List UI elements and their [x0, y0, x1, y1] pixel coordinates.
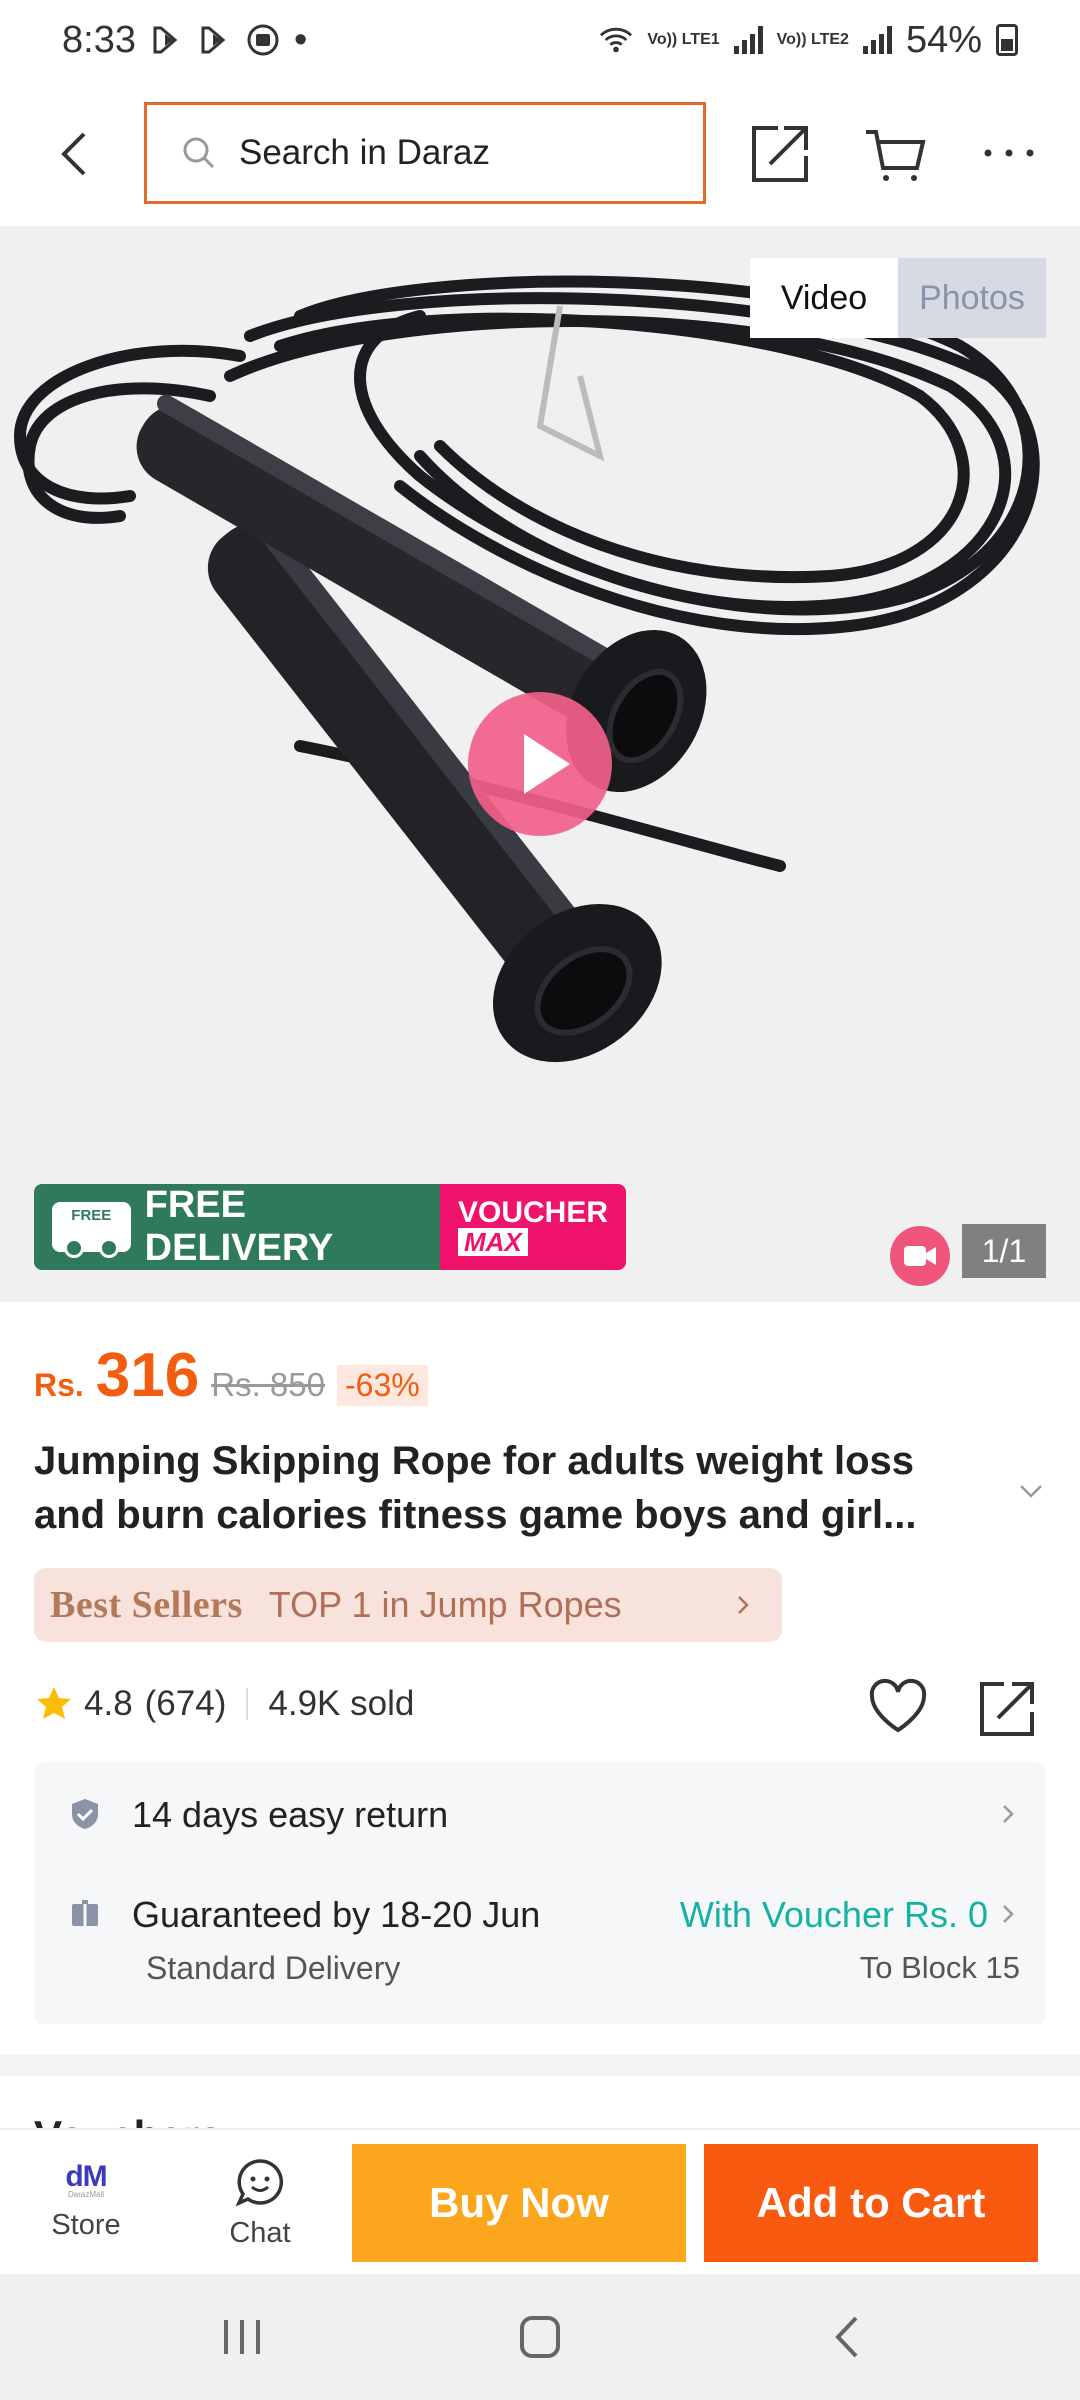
tab-photos[interactable]: Photos	[898, 258, 1046, 338]
chevron-right-icon	[1003, 1905, 1014, 1923]
chat-icon	[235, 2158, 284, 2206]
share-icon[interactable]	[976, 1676, 1040, 1740]
chevron-left-icon	[61, 132, 86, 176]
media-app-icon	[150, 23, 184, 57]
shield-check-icon	[72, 1799, 98, 1829]
more-icon	[984, 149, 1034, 157]
price-currency: Rs.	[34, 1367, 84, 1403]
delivery-row[interactable]: Guaranteed by 18-20 Jun With Voucher Rs.…	[34, 1866, 1046, 2024]
battery-percent: 54%	[905, 18, 982, 61]
free-tag: FREE	[71, 1207, 112, 1224]
play-video-button[interactable]	[468, 692, 612, 836]
divider	[246, 1688, 249, 1720]
home-icon[interactable]	[510, 2312, 570, 2362]
app-header: Search in Daraz	[0, 80, 1080, 226]
network-tag-2: Vo)) LTE2	[776, 31, 849, 48]
search-icon	[183, 137, 215, 169]
best-seller-badge: Best Sellers	[50, 1584, 243, 1626]
back-button[interactable]	[50, 124, 100, 184]
best-seller-banner[interactable]: Best Sellers TOP 1 in Jump Ropes	[34, 1568, 782, 1642]
media-toggle: Video Photos	[750, 258, 1046, 338]
status-left: 8:33 •	[62, 19, 307, 62]
store-logo-sub: DarazMall	[67, 2190, 104, 2199]
cart-icon	[866, 130, 926, 181]
store-logo: dM	[65, 2160, 107, 2193]
signal-icon	[862, 26, 892, 54]
original-price: Rs. 850	[211, 1366, 325, 1403]
delivery-type: Standard Delivery	[146, 1950, 401, 1986]
search-input[interactable]: Search in Daraz	[144, 102, 706, 204]
return-policy-row[interactable]: 14 days easy return	[34, 1762, 1046, 1866]
tab-video[interactable]: Video	[750, 258, 898, 338]
product-gallery[interactable]: Video Photos FREE FREE DELIVERY VOUCHER …	[0, 226, 1080, 1302]
media-app-icon	[198, 23, 232, 57]
chevron-down-icon[interactable]	[1016, 1476, 1046, 1506]
review-count: (674)	[144, 1684, 227, 1723]
service-box: 14 days easy return Guaranteed by 18-20 …	[34, 1762, 1046, 2024]
chat-button[interactable]: Chat	[200, 2130, 320, 2276]
delivery-guarantee: Guaranteed by 18-20 Jun	[132, 1894, 541, 1935]
chat-label: Chat	[229, 2216, 291, 2249]
return-policy-text: 14 days easy return	[132, 1794, 449, 1835]
back-nav-icon[interactable]	[818, 2312, 878, 2362]
best-seller-rank: TOP 1 in Jump Ropes	[268, 1584, 622, 1625]
delivery-truck-icon: FREE	[52, 1202, 131, 1258]
search-placeholder: Search in Daraz	[239, 133, 490, 172]
voucher-label: VOUCHER	[458, 1196, 609, 1229]
promo-banner: FREE FREE DELIVERY VOUCHER MAX	[34, 1184, 626, 1270]
store-label: Store	[51, 2209, 121, 2241]
star-icon	[37, 1687, 71, 1719]
package-icon	[72, 1900, 98, 1926]
product-title[interactable]: Jumping Skipping Rope for adults weight …	[34, 1434, 994, 1542]
current-price: 316	[95, 1341, 200, 1410]
status-time: 8:33	[62, 18, 136, 61]
battery-icon	[996, 24, 1018, 56]
network-tag-1: Vo)) LTE1	[647, 31, 720, 48]
voucher-max-badge: VOUCHER MAX	[440, 1184, 626, 1270]
status-dot: •	[293, 18, 308, 61]
status-bar: 8:33 • Vo)) LTE1 Vo)) LTE2 54%	[0, 0, 1080, 80]
image-counter: 1/1	[962, 1224, 1046, 1278]
wifi-icon	[599, 23, 633, 57]
voucher-max-label: MAX	[458, 1228, 528, 1256]
recent-apps-icon[interactable]	[212, 2312, 272, 2362]
free-delivery-badge: FREE FREE DELIVERY	[34, 1184, 440, 1270]
discount-badge: -63%	[336, 1365, 428, 1406]
store-button[interactable]: dM DarazMall Store	[26, 2130, 146, 2276]
bottom-action-bar: dM DarazMall Store Chat Buy Now Add to C…	[0, 2128, 1080, 2274]
rating-row[interactable]: 4.8 (674) 4.9K sold	[34, 1684, 414, 1724]
voucher-delivery-fee: With Voucher Rs. 0	[679, 1894, 988, 1935]
status-right: Vo)) LTE1 Vo)) LTE2 54%	[599, 19, 1018, 62]
system-nav-bar	[0, 2274, 1080, 2400]
rating-value: 4.8	[84, 1684, 133, 1723]
price-row: Rs. 316 Rs. 850 -63%	[34, 1340, 428, 1411]
delivery-location: To Block 15	[859, 1950, 1020, 1985]
chevron-right-icon	[1003, 1805, 1014, 1823]
more-options-button[interactable]	[976, 120, 1042, 186]
share-button[interactable]	[748, 120, 814, 186]
cart-button[interactable]	[862, 120, 928, 186]
sold-count: 4.9K sold	[268, 1684, 415, 1723]
video-camera-icon	[890, 1226, 950, 1286]
signal-icon	[733, 26, 763, 54]
notification-icon	[246, 23, 280, 57]
heart-icon[interactable]	[866, 1676, 930, 1736]
chevron-right-icon	[738, 1596, 749, 1614]
free-delivery-label: FREE DELIVERY	[144, 1184, 334, 1269]
buy-now-button[interactable]: Buy Now	[352, 2144, 686, 2262]
add-to-cart-button[interactable]: Add to Cart	[704, 2144, 1038, 2262]
share-icon	[752, 126, 808, 182]
section-divider	[0, 2054, 1080, 2076]
